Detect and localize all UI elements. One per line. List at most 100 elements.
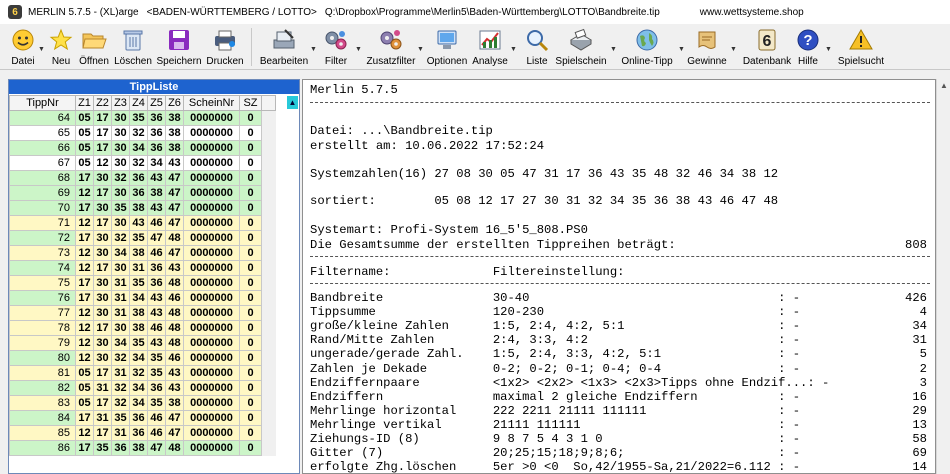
table-row[interactable]: 86 17 35 36 38 47 48 0000000 0 [9, 440, 276, 456]
optionen-button[interactable]: Optionen [425, 26, 469, 68]
tippliste-title: TippListe [9, 80, 299, 94]
datei-button[interactable]: Datei [6, 26, 40, 68]
column-header[interactable]: Z3 [111, 95, 130, 111]
filter-count: 13 [912, 417, 927, 432]
table-row[interactable]: 71 12 17 30 43 46 47 0000000 0 [9, 215, 276, 231]
zusatzfilter-dropdown-icon[interactable]: ▼ [417, 46, 424, 53]
filter-dropdown-icon[interactable]: ▼ [355, 46, 362, 53]
table-row[interactable]: 84 17 31 35 36 46 47 0000000 0 [9, 410, 276, 426]
filter-count: 426 [905, 291, 927, 305]
scroll-up-marker[interactable]: ▲ [287, 96, 298, 109]
filter-count: 58 [912, 432, 927, 446]
neu-button[interactable]: Neu [48, 26, 74, 68]
liste-button[interactable]: Liste [520, 26, 554, 68]
merlin-app-icon: 6 [8, 5, 22, 19]
table-row[interactable]: 65 05 17 30 32 36 38 0000000 0 [9, 125, 276, 141]
svg-text:6: 6 [763, 33, 772, 50]
analyse-button[interactable]: Analyse [471, 26, 509, 68]
number-cell: 30 [111, 320, 130, 336]
spielschein-dropdown-icon[interactable]: ▼ [610, 46, 617, 53]
table-row[interactable]: 83 05 17 32 34 35 38 0000000 0 [9, 395, 276, 411]
online-tipp-button[interactable]: Online-Tipp [620, 26, 674, 68]
table-row[interactable]: 77 12 30 31 38 43 48 0000000 0 [9, 305, 276, 321]
tipp-number-cell: 68 [9, 170, 76, 186]
hilfe-dropdown-icon[interactable]: ▼ [825, 46, 832, 53]
table-row[interactable]: 67 05 12 30 32 34 43 0000000 0 [9, 155, 276, 171]
zusatzfilter-button[interactable]: Zusatzfilter [363, 26, 419, 68]
vertical-scrollbar[interactable]: ▲ [936, 79, 950, 474]
number-cell: 47 [165, 200, 184, 216]
spielschein-printer-icon [568, 27, 594, 53]
spielsucht-button[interactable]: Spielsucht [836, 26, 886, 68]
table-row[interactable]: 79 12 30 34 35 43 48 0000000 0 [9, 335, 276, 351]
table-row[interactable]: 80 12 30 32 34 35 46 0000000 0 [9, 350, 276, 366]
tippliste-table: TippNr Z1 Z2 Z3 Z4 Z5 Z6 ScheinNr SZ 64 05 17 30 35 3… [9, 95, 276, 456]
filter-button[interactable]: Filter [318, 26, 354, 68]
table-row[interactable]: 74 12 17 30 31 36 43 0000000 0 [9, 260, 276, 276]
table-row[interactable]: 75 17 30 31 35 36 48 0000000 0 [9, 275, 276, 291]
table-row[interactable]: 76 17 30 31 34 43 46 0000000 0 [9, 290, 276, 306]
table-row[interactable]: 82 05 31 32 34 36 43 0000000 0 [9, 380, 276, 396]
scroll-up-arrow-icon[interactable]: ▲ [940, 81, 948, 90]
column-header[interactable]: ScheinNr [183, 95, 240, 111]
schein-number-cell: 0000000 [183, 335, 240, 351]
bearbeiten-dropdown-icon[interactable]: ▼ [310, 46, 317, 53]
table-row[interactable]: 78 12 17 30 38 46 48 0000000 0 [9, 320, 276, 336]
table-row[interactable]: 72 17 30 32 35 47 48 0000000 0 [9, 230, 276, 246]
lottery-context: <BADEN-WÜRTTEMBERG / LOTTO> [146, 6, 317, 18]
schein-number-cell: 0000000 [183, 380, 240, 396]
number-cell: 30 [93, 335, 112, 351]
column-header[interactable]: SZ [239, 95, 262, 111]
speichern-button[interactable]: Speichern [155, 26, 203, 68]
number-cell: 05 [75, 380, 94, 396]
number-cell: 17 [75, 410, 94, 426]
column-header[interactable]: TippNr [9, 95, 76, 111]
table-row[interactable]: 73 12 30 34 38 46 47 0000000 0 [9, 245, 276, 261]
table-row[interactable]: 66 05 17 30 34 36 38 0000000 0 [9, 140, 276, 156]
number-cell: 34 [147, 155, 166, 171]
number-cell: 47 [165, 215, 184, 231]
datei-dropdown-icon[interactable]: ▼ [38, 46, 45, 53]
table-row[interactable]: 81 05 17 31 32 35 43 0000000 0 [9, 365, 276, 381]
table-row[interactable]: 68 17 30 32 36 43 47 0000000 0 [9, 170, 276, 186]
options-computer-icon [434, 27, 460, 53]
number-cell: 17 [93, 320, 112, 336]
spielschein-button[interactable]: Spielschein [555, 26, 607, 68]
column-header[interactable]: Z1 [75, 95, 94, 111]
schein-number-cell: 0000000 [183, 395, 240, 411]
schein-number-cell: 0000000 [183, 215, 240, 231]
sz-cell: 0 [239, 230, 262, 246]
table-row[interactable]: 69 12 17 30 36 38 47 0000000 0 [9, 185, 276, 201]
tipp-number-cell: 69 [9, 185, 76, 201]
oeffnen-label: Öffnen [79, 56, 109, 67]
schein-number-cell: 0000000 [183, 155, 240, 171]
oeffnen-button[interactable]: Öffnen [76, 26, 112, 68]
number-cell: 32 [111, 350, 130, 366]
loeschen-button[interactable]: Löschen [113, 26, 153, 68]
number-cell: 31 [93, 410, 112, 426]
column-header[interactable]: Z6 [165, 95, 184, 111]
datenbank-button[interactable]: 6 Datenbank [740, 26, 794, 68]
number-cell: 35 [93, 440, 112, 456]
column-header[interactable]: Z2 [93, 95, 112, 111]
table-row[interactable]: 70 17 30 35 38 43 47 0000000 0 [9, 200, 276, 216]
number-cell: 48 [165, 320, 184, 336]
online-tipp-dropdown-icon[interactable]: ▼ [678, 46, 685, 53]
sz-cell: 0 [239, 290, 262, 306]
gewinne-label: Gewinne [687, 56, 727, 67]
drucken-button[interactable]: Drucken [205, 26, 245, 68]
column-header[interactable]: Z5 [147, 95, 166, 111]
number-cell: 12 [75, 260, 94, 276]
gewinne-button[interactable]: Gewinne [686, 26, 728, 68]
scroll-track-cell [261, 245, 276, 261]
number-cell: 35 [147, 395, 166, 411]
table-row[interactable]: 64 05 17 30 35 36 38 0000000 0 [9, 110, 276, 126]
bearbeiten-button[interactable]: Bearbeiten [258, 26, 310, 68]
gewinne-dropdown-icon[interactable]: ▼ [730, 46, 737, 53]
column-header[interactable]: Z4 [129, 95, 148, 111]
tipp-number-cell: 82 [9, 380, 76, 396]
number-cell: 17 [75, 230, 94, 246]
hilfe-button[interactable]: ? Hilfe [795, 26, 821, 68]
table-row[interactable]: 85 12 17 31 36 46 47 0000000 0 [9, 425, 276, 441]
analyse-dropdown-icon[interactable]: ▼ [510, 46, 517, 53]
